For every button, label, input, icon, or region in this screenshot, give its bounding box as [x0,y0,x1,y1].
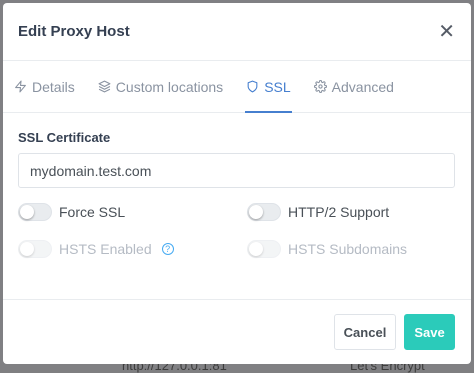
close-icon[interactable]: ✕ [438,22,455,42]
shield-icon [247,80,258,93]
tab-bar: Details Custom locations SSL Advanced [3,61,471,113]
ssl-certificate-label: SSL Certificate [18,130,111,145]
http2-support-label: HTTP/2 Support [288,204,390,220]
tab-advanced[interactable]: Advanced [313,61,394,112]
tab-custom-locations[interactable]: Custom locations [98,61,223,112]
edit-proxy-host-modal: Edit Proxy Host ✕ Details Custom locatio… [3,3,471,364]
tab-details-label: Details [32,78,75,95]
ssl-certificate-input[interactable] [18,153,455,188]
ssl-tab-content: SSL Certificate Force SSL HTTP/2 Support… [3,113,471,258]
help-icon[interactable]: ? [161,243,174,255]
http2-support-toggle[interactable]: HTTP/2 Support [247,203,457,221]
gear-icon [313,80,327,93]
modal-header: Edit Proxy Host ✕ [3,3,471,61]
save-button[interactable]: Save [404,314,455,350]
hsts-enabled-toggle: HSTS Enabled ? [18,240,247,258]
force-ssl-label: Force SSL [59,204,126,220]
tab-custom-locations-label: Custom locations [115,78,224,95]
layers-icon [98,80,111,93]
tab-ssl-label: SSL [264,78,291,95]
ssl-options: Force SSL HTTP/2 Support HSTS Enabled ? … [18,203,456,258]
force-ssl-toggle[interactable]: Force SSL [18,203,247,221]
modal-title: Edit Proxy Host [18,23,130,40]
tab-advanced-label: Advanced [331,78,394,95]
hsts-subdomains-switch [247,240,281,258]
hsts-subdomains-label: HSTS Subdomains [288,241,408,257]
tab-ssl[interactable]: SSL [245,61,293,113]
http2-support-switch[interactable] [247,203,281,221]
force-ssl-switch[interactable] [18,203,52,221]
tab-details[interactable]: Details [14,61,75,112]
bolt-icon [15,80,26,93]
hsts-enabled-label: HSTS Enabled [59,241,152,257]
hsts-enabled-switch [18,240,52,258]
hsts-subdomains-toggle: HSTS Subdomains [247,240,457,258]
modal-footer: Cancel Save [3,299,471,364]
cancel-button[interactable]: Cancel [334,314,396,350]
